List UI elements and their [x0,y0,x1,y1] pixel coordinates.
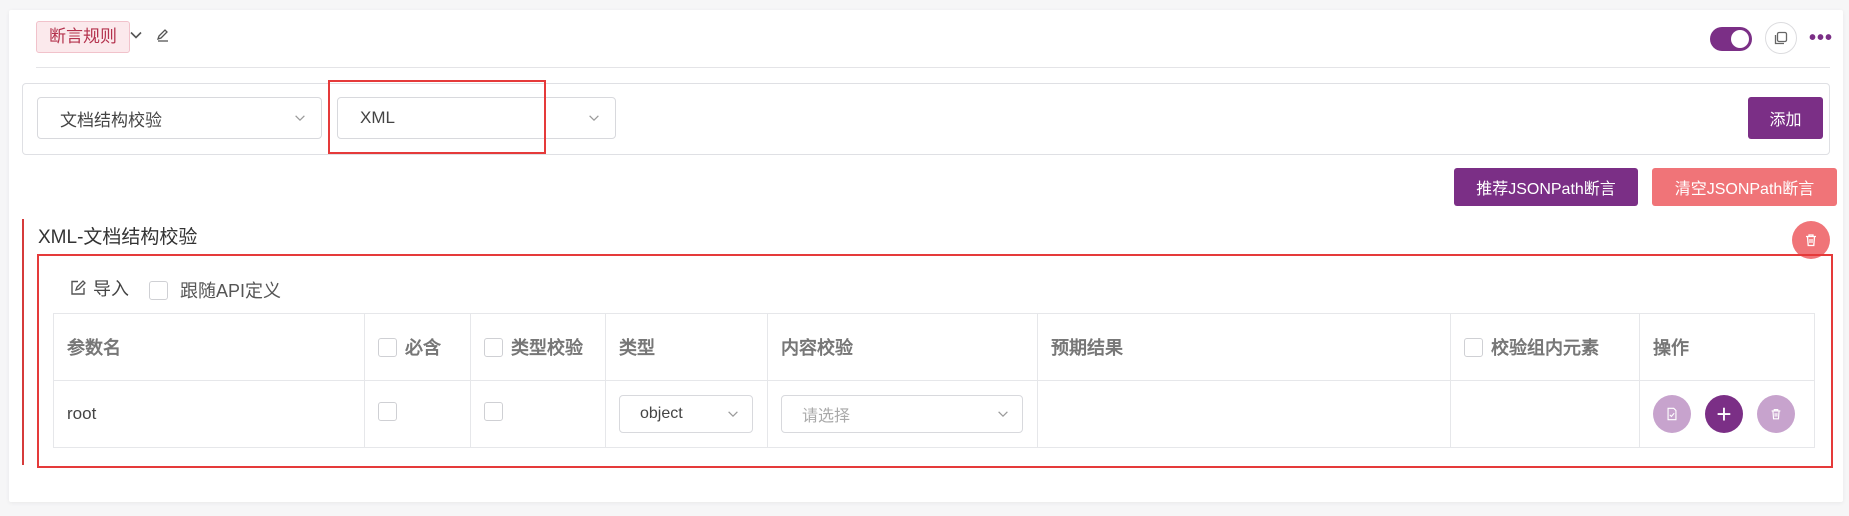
recommend-jsonpath-button[interactable]: 推荐JSONPath断言 [1454,168,1638,206]
header-required-label: 必含 [405,338,441,358]
header-expected: 预期结果 [1037,313,1451,381]
assertion-rule-tag: 断言规则 [36,21,130,53]
type-select[interactable]: object [619,395,753,433]
chevron-down-icon[interactable] [125,24,147,46]
highlight-box-format [328,80,546,154]
group-check-all-checkbox[interactable] [1464,337,1483,357]
chevron-down-icon [998,411,1008,418]
cell-content-check: 请选择 [767,380,1038,448]
add-row-button[interactable]: + [1705,395,1743,433]
section-title: XML-文档结构校验 [38,227,198,248]
add-button[interactable]: 添加 [1748,97,1823,139]
cell-type-check [470,380,606,448]
edit-icon[interactable] [152,24,174,46]
follow-api-label: 跟随API定义 [180,281,282,301]
delete-row-button[interactable] [1757,395,1795,433]
chevron-down-icon [728,411,738,418]
chevron-down-icon [589,115,599,122]
trash-icon [1771,409,1781,420]
cell-required [364,380,471,448]
plus-icon: + [1716,399,1732,429]
type-select-value: object [640,405,683,422]
follow-api-checkbox[interactable] [149,280,168,300]
header-type-check: 类型校验 [470,313,606,381]
header-group-check-label: 校验组内元素 [1491,338,1599,358]
header-actions: 操作 [1639,313,1815,381]
header-type: 类型 [605,313,768,381]
content-check-select[interactable]: 请选择 [781,395,1023,433]
table-header-row: 参数名 必含 类型校验 类型 内容校验 预期结果 校验组内元素 操作 [53,313,1815,381]
header-divider [36,67,1830,68]
assertion-type-select[interactable]: 文档结构校验 [37,97,322,139]
cell-actions: + [1639,380,1815,448]
header-required: 必含 [364,313,471,381]
table-row: root object 请选择 + [53,380,1815,448]
header-param-name: 参数名 [53,313,365,381]
header-group-check: 校验组内元素 [1450,313,1640,381]
header-content-check: 内容校验 [767,313,1038,381]
document-check-icon [1667,407,1677,421]
cell-expected[interactable] [1037,380,1451,448]
cell-group-check [1450,380,1640,448]
header-type-check-label: 类型校验 [511,338,583,358]
required-checkbox[interactable] [378,402,397,421]
cell-type: object [605,380,768,448]
follow-api-option[interactable]: 跟随API定义 [149,277,281,303]
more-icon[interactable]: ••• [1808,25,1834,51]
import-label: 导入 [93,279,129,299]
edit-icon [71,280,86,295]
trash-icon [1806,234,1816,247]
required-all-checkbox[interactable] [378,337,397,357]
section-indicator [22,219,24,465]
import-button[interactable]: 导入 [69,275,129,301]
type-check-all-checkbox[interactable] [484,337,503,357]
chevron-down-icon [295,115,305,122]
clear-jsonpath-button[interactable]: 清空JSONPath断言 [1652,168,1837,206]
structure-table: 参数名 必含 类型校验 类型 内容校验 预期结果 校验组内元素 操作 root … [53,313,1815,448]
verify-row-button[interactable] [1653,395,1691,433]
type-check-checkbox[interactable] [484,402,503,421]
copy-icon[interactable] [1765,22,1797,54]
content-check-placeholder: 请选择 [802,408,851,425]
cell-param-name: root [53,380,365,448]
enable-toggle[interactable] [1710,27,1752,51]
assertion-type-value: 文档结构校验 [60,110,162,130]
